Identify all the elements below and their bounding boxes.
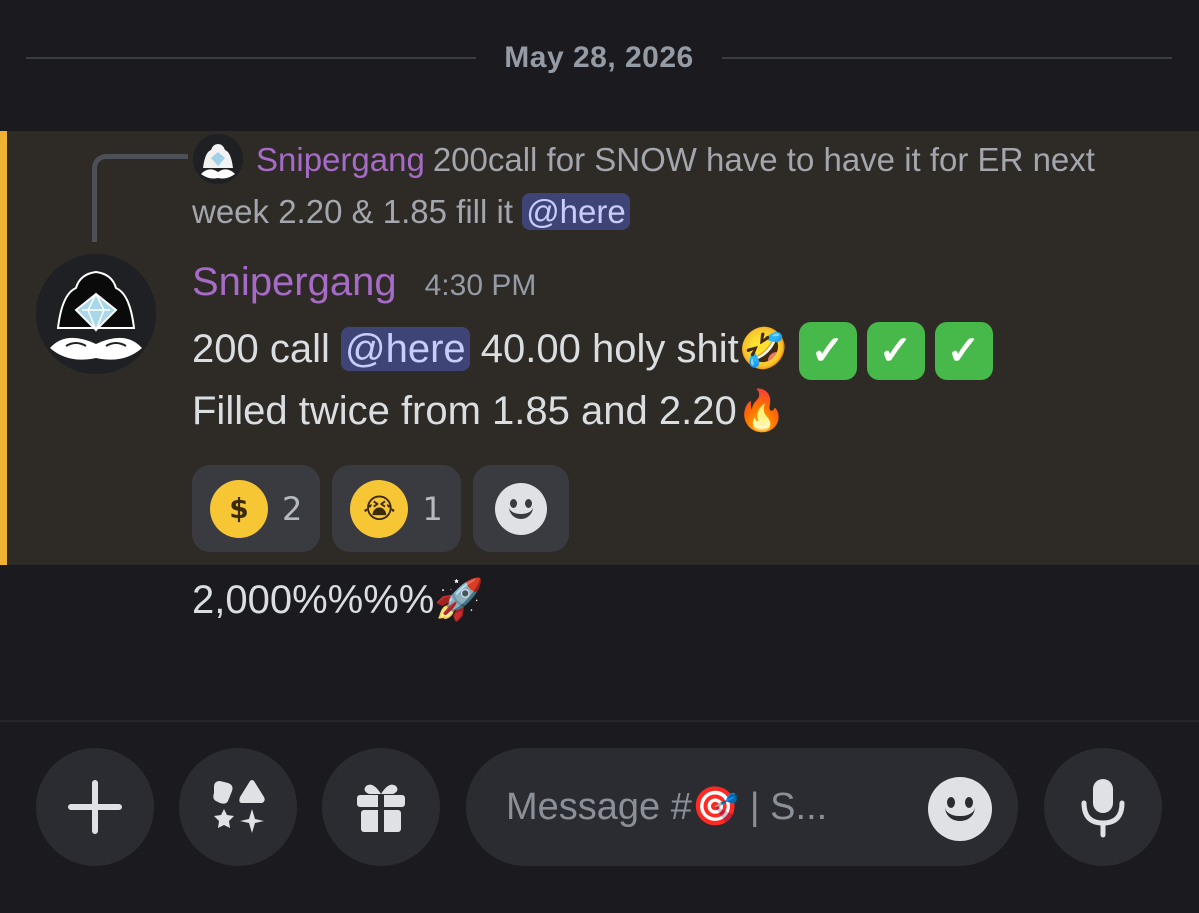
reaction-count: 1 <box>422 489 443 528</box>
message-text: 2,000%%%% <box>192 578 435 622</box>
rofl-emoji-icon: 🤣 <box>738 326 789 372</box>
add-reaction-button[interactable] <box>472 465 569 552</box>
message-composer: Message #🎯 | S... <box>0 748 1199 866</box>
reply-preview[interactable]: Snipergang 200call for SNOW have to have … <box>192 134 1152 238</box>
fire-emoji-icon: 🔥 <box>736 388 787 435</box>
message-mention[interactable]: @here <box>340 327 470 371</box>
apps-icon <box>213 780 265 833</box>
loudly-crying-face-icon: 😭 <box>350 479 409 538</box>
message-header: Snipergang 4:30 PM <box>192 260 536 316</box>
author-name[interactable]: Snipergang <box>192 260 397 305</box>
emoji-icon <box>928 777 992 841</box>
author-avatar[interactable] <box>36 254 156 374</box>
date-divider: May 28, 2026 <box>26 30 1173 86</box>
reply-author[interactable]: Snipergang <box>256 141 425 178</box>
message-timestamp: 4:30 PM <box>424 269 537 302</box>
reaction-money-mouth[interactable]: $ 2 <box>192 465 321 552</box>
reactions-bar: $ 2 😭 1 <box>192 465 569 552</box>
message-input-placeholder: Message #🎯 | S... <box>506 786 828 828</box>
plus-icon <box>68 780 122 834</box>
rocket-emoji-icon: 🚀 <box>434 577 485 623</box>
check-mark-emoji-icon: ✓ <box>866 322 925 381</box>
date-label: May 28, 2026 <box>504 41 694 74</box>
attach-plus-button[interactable] <box>36 748 154 866</box>
reaction-loudly-crying[interactable]: 😭 1 <box>332 465 461 552</box>
composer-divider <box>0 720 1199 722</box>
divider-line <box>721 57 1173 59</box>
add-reaction-icon <box>494 482 547 535</box>
money-mouth-face-icon: $ <box>210 479 268 538</box>
chat-screen: May 28, 2026 Snipergang 200call for SNOW … <box>0 0 1199 913</box>
message-content: 200 call @here 40.00 holy shit🤣 ✓ ✓ ✓ Fille… <box>192 318 1172 442</box>
gift-icon <box>357 784 405 832</box>
message-input[interactable]: Message #🎯 | S... <box>466 748 1018 866</box>
check-mark-emoji-icon: ✓ <box>934 322 993 381</box>
microphone-icon <box>1081 779 1125 838</box>
avatar-logo-icon <box>36 254 156 374</box>
emoji-picker-button[interactable] <box>928 777 992 841</box>
voice-message-button[interactable] <box>1044 748 1162 866</box>
apps-button[interactable] <box>179 748 297 866</box>
reply-mention[interactable]: @here <box>522 193 630 230</box>
message-text: 40.00 holy shit <box>469 327 739 371</box>
followup-message: 2,000%%%%🚀 <box>192 570 484 630</box>
gift-button[interactable] <box>322 748 440 866</box>
reaction-count: 2 <box>282 489 303 528</box>
reply-connector <box>92 154 188 242</box>
message-text: Filled twice from 1.85 and 2.20 <box>192 389 737 434</box>
message-text: 200 call <box>192 327 341 371</box>
check-mark-emoji-icon: ✓ <box>798 322 857 381</box>
divider-line <box>26 57 477 59</box>
